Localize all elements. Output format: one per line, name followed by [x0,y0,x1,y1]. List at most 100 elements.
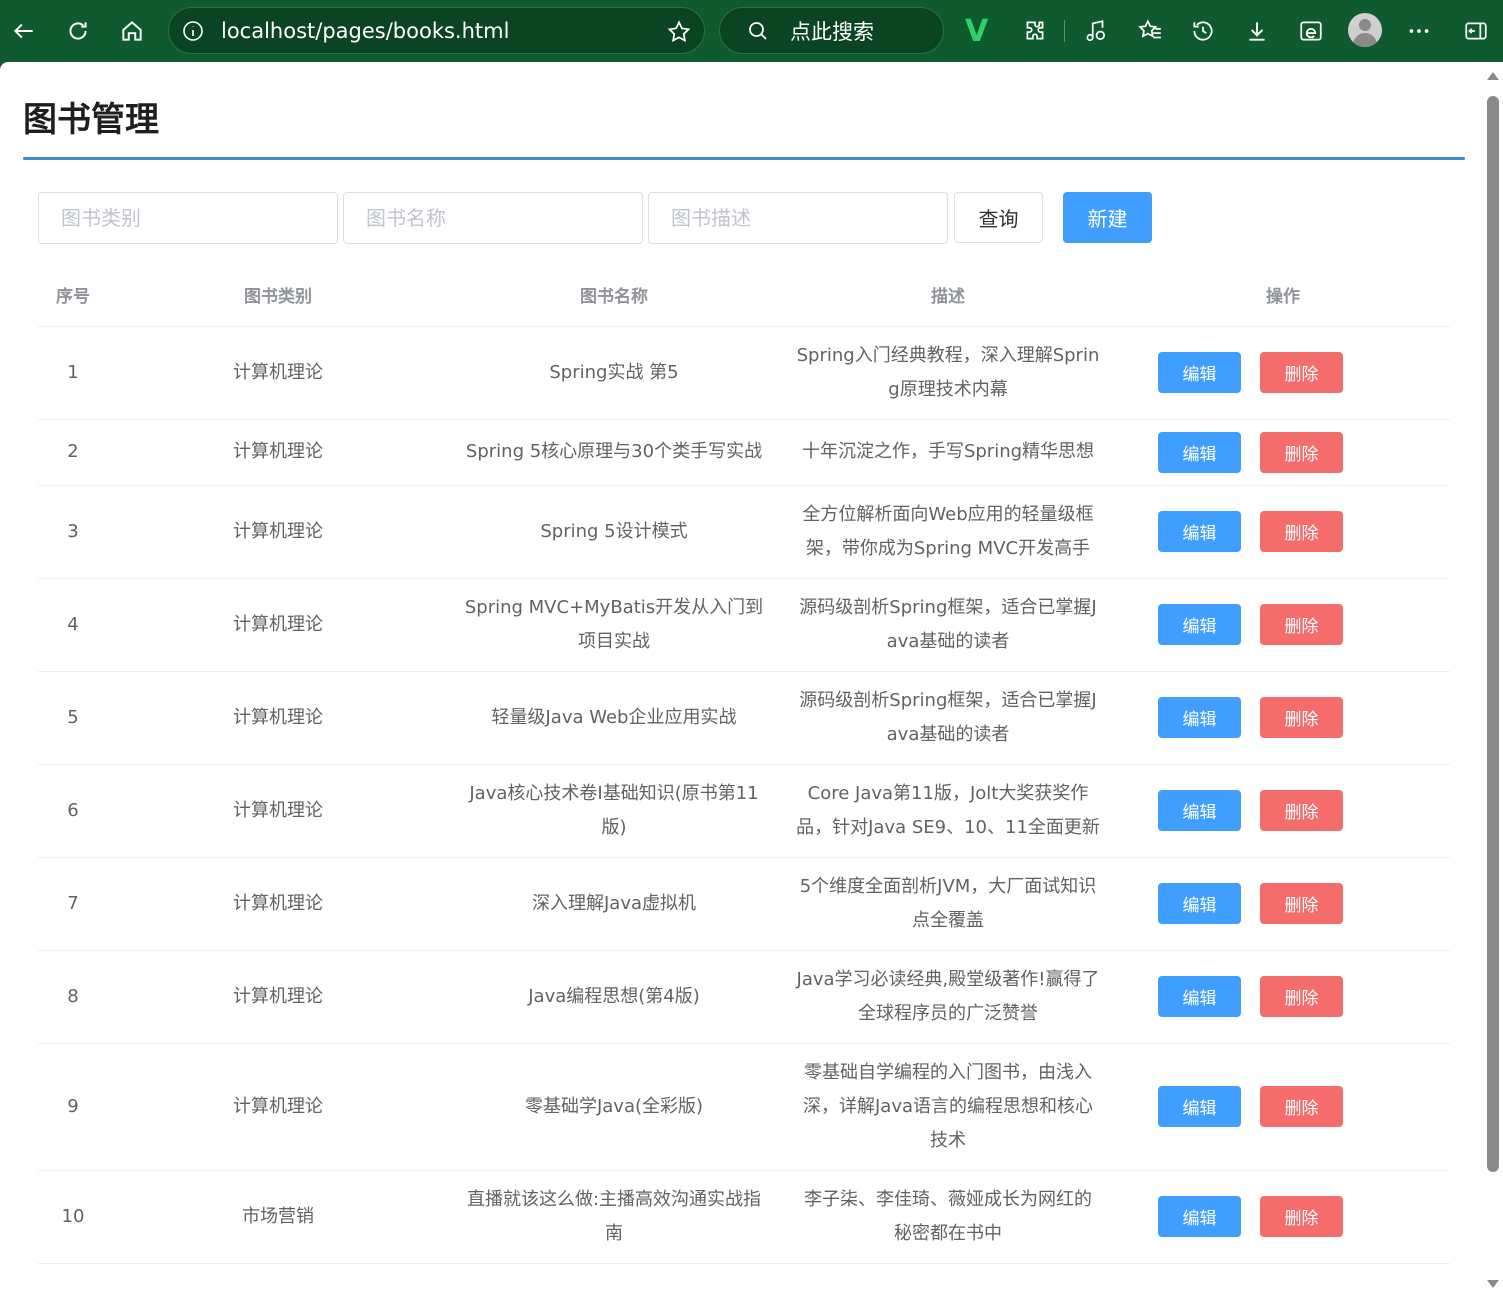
table-header-row: 序号 图书类别 图书名称 描述 操作 [38,264,1450,327]
row-index: 2 [38,419,108,486]
edit-button[interactable]: 编辑 [1158,511,1241,552]
edit-button[interactable]: 编辑 [1158,431,1241,473]
edit-button[interactable]: 编辑 [1158,697,1241,738]
row-book-name: 零基础学Java(全彩版) [524,1095,704,1117]
title-divider [23,157,1465,160]
row-description-cell: 零基础自学编程的入门图书，由浅入深，详解Java语言的编程思想和核心技术 [780,1043,1116,1171]
row-book-name: Spring 5设计模式 [540,520,688,542]
row-book-type: 计算机理论 [108,578,448,672]
query-button[interactable]: 查询 [954,192,1043,243]
page-scrollbar[interactable] [1483,62,1503,1298]
row-book-type: 计算机理论 [108,419,448,486]
table-row: 10 市场营销 直播就该这么做:主播高效沟通实战指南 李子柒、李佳琦、薇娅成长为网红的… [38,1170,1450,1264]
favorite-star-icon[interactable] [666,19,692,45]
row-description: 源码级剖析Spring框架，适合已掌握Java基础的读者 [799,689,1097,745]
browser-search-box[interactable]: 点此搜索 [719,7,944,54]
delete-button[interactable]: 删除 [1260,511,1343,552]
edit-button[interactable]: 编辑 [1158,1086,1241,1127]
row-index: 1 [38,326,108,420]
row-book-name-cell: Java编程思想(第4版) [448,950,780,1044]
edit-button[interactable]: 编辑 [1158,604,1241,645]
table-row: 7 计算机理论 深入理解Java虚拟机 5个维度全面剖析JVM，大厂面试知识点全覆盖编… [38,857,1450,951]
page-viewport: 图书管理 查询 新建 序号 图书类别 图书名称 描述 操作 1计算机理论Spri… [0,62,1503,1298]
header-book-type: 图书类别 [108,264,448,327]
row-description-cell: Java学习必读经典,殿堂级著作!赢得了全球程序员的广泛赞誉 [780,950,1116,1044]
table-body: 1 计算机理论 Spring实战 第5 Spring入门经典教程，深入理解Spring… [38,326,1450,1264]
row-book-type: 计算机理论 [108,857,448,951]
download-icon[interactable] [1240,13,1274,49]
row-book-name-cell: 轻量级Java Web企业应用实战 [448,671,780,765]
row-actions: 编辑 删除 [1116,1043,1450,1171]
page-title: 图书管理 [23,100,159,140]
delete-button[interactable]: 删除 [1260,604,1343,645]
row-book-name-cell: 零基础学Java(全彩版) [448,1043,780,1171]
home-icon[interactable] [115,13,149,49]
row-book-name-cell: Spring 5设计模式 [448,485,780,579]
media-control-icon[interactable] [1079,13,1113,49]
header-description: 描述 [780,264,1116,327]
back-arrow-icon[interactable] [7,13,41,49]
delete-button[interactable]: 删除 [1260,431,1343,473]
row-description: 李子柒、李佳琦、薇娅成长为网红的秘密都在书中 [804,1188,1092,1244]
v-extension-icon[interactable]: V [965,14,988,49]
delete-button[interactable]: 删除 [1260,790,1343,831]
row-index: 5 [38,671,108,765]
edit-button[interactable]: 编辑 [1158,883,1241,924]
row-description-cell: 源码级剖析Spring框架，适合已掌握Java基础的读者 [780,671,1116,765]
row-book-name: Spring MVC+MyBatis开发从入门到项目实战 [464,596,764,652]
delete-button[interactable]: 删除 [1260,1086,1343,1127]
row-actions-group: 编辑 删除 [1116,1196,1450,1237]
scroll-up-arrow-icon[interactable] [1487,72,1499,80]
book-description-input[interactable] [648,192,948,244]
address-bar[interactable]: localhost/pages/books.html [168,7,705,54]
edit-button[interactable]: 编辑 [1158,1196,1241,1237]
row-book-name: Java编程思想(第4版) [528,985,700,1007]
table-row: 6 计算机理论 Java核心技术卷I基础知识(原书第11版) Core Java第11… [38,764,1450,858]
book-type-input[interactable] [38,192,338,244]
row-actions: 编辑 删除 [1116,419,1450,486]
header-book-name: 图书名称 [448,264,780,327]
header-index: 序号 [38,264,108,327]
delete-button[interactable]: 删除 [1260,352,1343,393]
toolbar-separator [1064,20,1065,42]
row-description: 全方位解析面向Web应用的轻量级框架，带你成为Spring MVC开发高手 [802,503,1094,559]
ie-mode-icon[interactable] [1294,13,1328,49]
favorites-icon[interactable] [1133,13,1167,49]
edit-button[interactable]: 编辑 [1158,352,1241,393]
row-actions-group: 编辑 删除 [1116,352,1450,393]
delete-button[interactable]: 删除 [1260,883,1343,924]
row-actions: 编辑 删除 [1116,578,1450,672]
row-description: 5个维度全面剖析JVM，大厂面试知识点全覆盖 [799,875,1097,931]
delete-button[interactable]: 删除 [1260,697,1343,738]
profile-avatar[interactable] [1348,13,1382,47]
edit-button[interactable]: 编辑 [1158,790,1241,831]
row-description-cell: Core Java第11版，Jolt大奖获奖作品，针对Java SE9、10、1… [780,764,1116,858]
delete-button[interactable]: 删除 [1260,976,1343,1017]
extensions-puzzle-icon[interactable] [1018,13,1052,49]
search-icon [749,21,767,40]
new-book-button[interactable]: 新建 [1063,192,1152,243]
scroll-thumb[interactable] [1487,96,1499,1172]
table-row: 4 计算机理论 Spring MVC+MyBatis开发从入门到项目实战 源码级剖析S… [38,578,1450,672]
scroll-down-arrow-icon[interactable] [1487,1280,1499,1288]
more-menu-icon[interactable] [1402,13,1436,49]
refresh-icon[interactable] [61,13,95,49]
row-book-type: 计算机理论 [108,485,448,579]
url-text[interactable]: localhost/pages/books.html [221,19,509,43]
row-book-name: Spring实战 第5 [549,361,679,383]
history-icon[interactable] [1186,13,1220,49]
row-description-cell: 全方位解析面向Web应用的轻量级框架，带你成为Spring MVC开发高手 [780,485,1116,579]
avatar-body-shape [1353,33,1377,47]
edit-button[interactable]: 编辑 [1158,976,1241,1017]
row-description: Core Java第11版，Jolt大奖获奖作品，针对Java SE9、10、1… [796,782,1100,838]
row-actions-group: 编辑 删除 [1116,431,1450,473]
delete-button[interactable]: 删除 [1260,1196,1343,1237]
row-actions: 编辑 删除 [1116,950,1450,1044]
info-icon[interactable] [181,19,205,43]
row-actions-group: 编辑 删除 [1116,604,1450,645]
sidebar-toggle-icon[interactable] [1459,13,1493,49]
book-name-input[interactable] [343,192,643,244]
header-actions: 操作 [1116,264,1450,327]
row-book-name: 深入理解Java虚拟机 [531,892,697,914]
row-actions-group: 编辑 删除 [1116,976,1450,1017]
